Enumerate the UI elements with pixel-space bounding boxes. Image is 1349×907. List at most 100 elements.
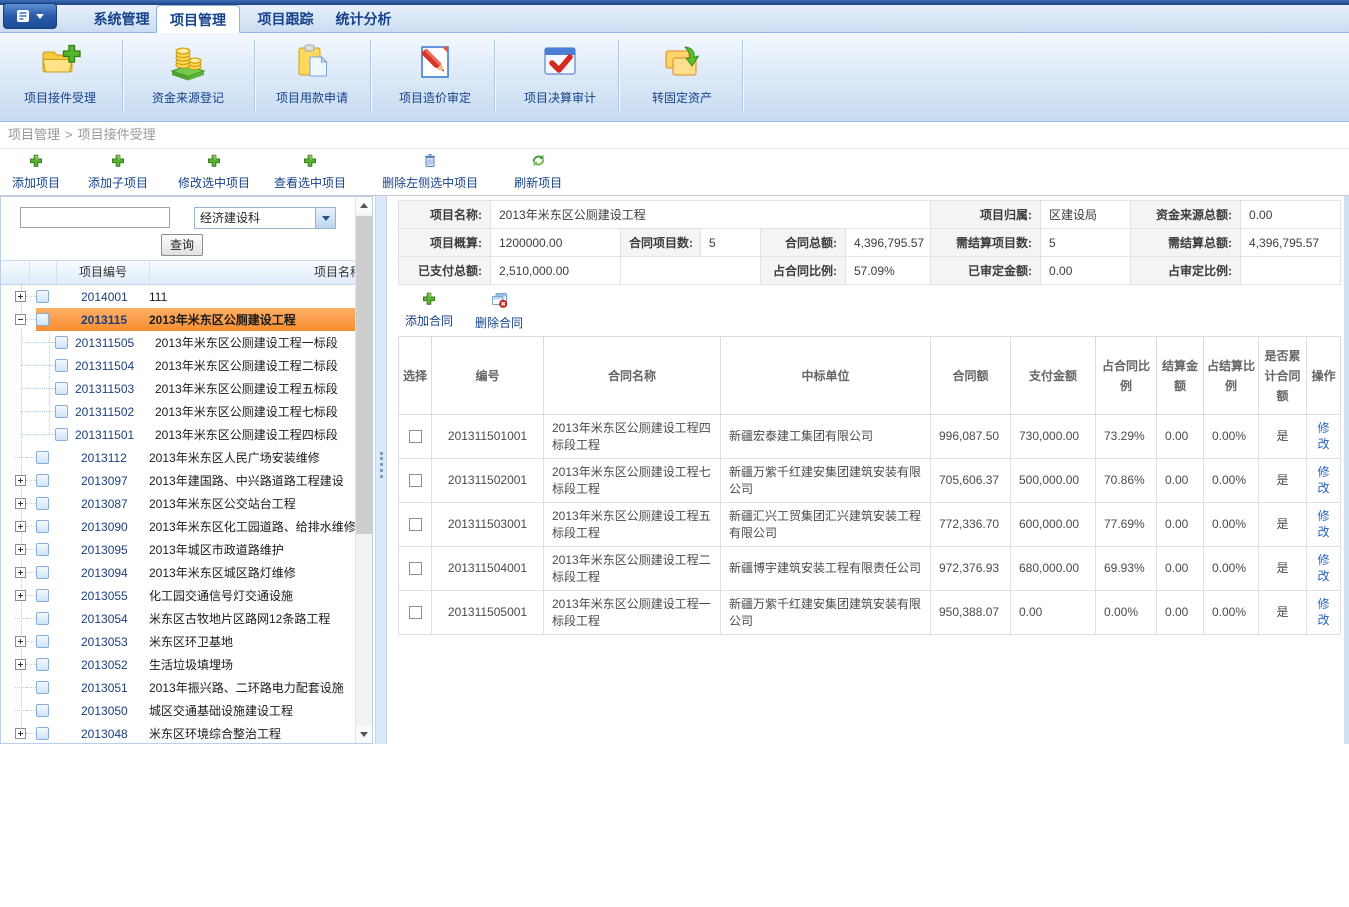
breadcrumb-parent[interactable]: 项目管理 <box>8 127 60 142</box>
tree-checkbox[interactable] <box>36 566 49 579</box>
tree-row[interactable]: 2013052生活垃圾填埋场 <box>2 653 356 676</box>
tree-row[interactable]: 20130972013年建国路、中兴路道路工程建设 <box>2 469 356 492</box>
expand-plus-icon[interactable] <box>15 659 26 670</box>
query-button[interactable]: 查询 <box>161 234 203 256</box>
tree-row[interactable]: 20130512013年振兴路、二环路电力配套设施 <box>2 676 356 699</box>
tree-row-body[interactable]: 20130952013年城区市政道路维护 <box>36 538 356 561</box>
tree-row-body[interactable]: 2013050城区交通基础设施建设工程 <box>36 699 356 722</box>
tree-row[interactable]: 2014001111 <box>2 285 356 308</box>
tree-row-body[interactable]: 20131122013年米东区人民广场安装维修 <box>36 446 356 469</box>
tree-row-body[interactable]: 2013048米东区环境综合整治工程 <box>36 722 356 744</box>
tree-row-body[interactable]: 2013115012013年米东区公厕建设工程四标段 <box>55 423 356 446</box>
tab-statistics[interactable]: 统计分析 <box>330 5 397 33</box>
view-selected-project-button[interactable]: 查看选中项目 <box>274 154 346 191</box>
expand-plus-icon[interactable] <box>15 521 26 532</box>
tree-row-body[interactable]: 20130972013年建国路、中兴路道路工程建设 <box>36 469 356 492</box>
ribbon-final-audit[interactable]: 项目决算审计 <box>505 42 615 106</box>
tree-row[interactable]: 20131122013年米东区人民广场安装维修 <box>2 446 356 469</box>
contract-checkbox[interactable] <box>409 518 422 531</box>
ribbon-payment-request[interactable]: 项目用款申请 <box>257 42 367 106</box>
tree-row-body[interactable]: 2014001111 <box>36 285 356 308</box>
edit-contract-link[interactable]: 修改 <box>1317 420 1331 452</box>
tree-checkbox[interactable] <box>36 313 49 326</box>
tree-checkbox[interactable] <box>36 589 49 602</box>
tree-row[interactable]: 20130902013年米东区化工园道路、给排水维修 <box>2 515 356 538</box>
delete-contract-button[interactable]: 删除合同 <box>475 292 523 331</box>
tree-row[interactable]: 20131152013年米东区公厕建设工程 <box>2 308 356 331</box>
tree-row[interactable]: 2013048米东区环境综合整治工程 <box>2 722 356 744</box>
search-input[interactable] <box>20 207 170 228</box>
tree-checkbox[interactable] <box>36 497 49 510</box>
tree-checkbox[interactable] <box>36 520 49 533</box>
tree-checkbox[interactable] <box>36 474 49 487</box>
tree-row[interactable]: 2013115052013年米东区公厕建设工程一标段 <box>2 331 356 354</box>
expand-plus-icon[interactable] <box>15 475 26 486</box>
main-menu-button[interactable] <box>3 3 57 29</box>
tab-project-management[interactable]: 项目管理 <box>156 5 240 33</box>
tree-checkbox[interactable] <box>55 336 68 349</box>
expand-plus-icon[interactable] <box>15 567 26 578</box>
tab-project-tracking[interactable]: 项目跟踪 <box>252 5 319 33</box>
department-select[interactable]: 经济建设科 <box>194 207 336 229</box>
tree-checkbox[interactable] <box>36 451 49 464</box>
edit-selected-project-button[interactable]: 修改选中项目 <box>178 154 250 191</box>
expand-plus-icon[interactable] <box>15 291 26 302</box>
expand-plus-icon[interactable] <box>15 590 26 601</box>
tree-row[interactable]: 20130872013年米东区公交站台工程 <box>2 492 356 515</box>
tree-row[interactable]: 20130942013年米东区城区路灯维修 <box>2 561 356 584</box>
add-project-button[interactable]: 添加项目 <box>12 154 60 191</box>
tree-row[interactable]: 2013115012013年米东区公厕建设工程四标段 <box>2 423 356 446</box>
tree-row-body[interactable]: 20131152013年米东区公厕建设工程 <box>36 308 356 331</box>
tree-row-body[interactable]: 20130512013年振兴路、二环路电力配套设施 <box>36 676 356 699</box>
tree-checkbox[interactable] <box>36 681 49 694</box>
contract-checkbox[interactable] <box>409 474 422 487</box>
tree-row[interactable]: 2013054米东区古牧地片区路网12条路工程 <box>2 607 356 630</box>
edit-contract-link[interactable]: 修改 <box>1317 508 1331 540</box>
tree-row-body[interactable]: 20130902013年米东区化工园道路、给排水维修 <box>36 515 356 538</box>
tree-checkbox[interactable] <box>36 658 49 671</box>
tree-row-body[interactable]: 2013055化工园交通信号灯交通设施 <box>36 584 356 607</box>
panel-splitter[interactable] <box>375 196 387 744</box>
tree-checkbox[interactable] <box>55 382 68 395</box>
tree-checkbox[interactable] <box>36 543 49 556</box>
ribbon-funding-source[interactable]: 资金来源登记 <box>133 42 243 106</box>
contract-checkbox[interactable] <box>409 606 422 619</box>
edit-contract-link[interactable]: 修改 <box>1317 552 1331 584</box>
tab-system-management[interactable]: 系统管理 <box>88 5 155 33</box>
tree-row-body[interactable]: 2013115032013年米东区公厕建设工程五标段 <box>55 377 356 400</box>
edit-contract-link[interactable]: 修改 <box>1317 596 1331 628</box>
tree-checkbox[interactable] <box>36 612 49 625</box>
tree-row[interactable]: 2013050城区交通基础设施建设工程 <box>2 699 356 722</box>
tree-row-body[interactable]: 2013115042013年米东区公厕建设工程二标段 <box>55 354 356 377</box>
tree-row-body[interactable]: 2013115052013年米东区公厕建设工程一标段 <box>55 331 356 354</box>
tree-row[interactable]: 2013053米东区环卫基地 <box>2 630 356 653</box>
tree-row[interactable]: 2013115032013年米东区公厕建设工程五标段 <box>2 377 356 400</box>
tree-row-body[interactable]: 20130942013年米东区城区路灯维修 <box>36 561 356 584</box>
expand-plus-icon[interactable] <box>15 636 26 647</box>
delete-selected-project-button[interactable]: 删除左侧选中项目 <box>382 153 478 191</box>
tree-row[interactable]: 2013115042013年米东区公厕建设工程二标段 <box>2 354 356 377</box>
collapse-minus-icon[interactable] <box>15 314 26 325</box>
tree-checkbox[interactable] <box>55 359 68 372</box>
add-subproject-button[interactable]: 添加子项目 <box>88 154 148 191</box>
tree-row-body[interactable]: 20130872013年米东区公交站台工程 <box>36 492 356 515</box>
expand-plus-icon[interactable] <box>15 544 26 555</box>
expand-plus-icon[interactable] <box>15 728 26 739</box>
ribbon-cost-review[interactable]: 项目造价审定 <box>380 42 490 106</box>
tree-checkbox[interactable] <box>36 704 49 717</box>
tree-row-body[interactable]: 2013053米东区环卫基地 <box>36 630 356 653</box>
tree-checkbox[interactable] <box>55 405 68 418</box>
tree-scrollbar[interactable] <box>355 197 372 743</box>
contract-checkbox[interactable] <box>409 562 422 575</box>
tree-checkbox[interactable] <box>36 635 49 648</box>
tree-checkbox[interactable] <box>36 727 49 740</box>
tree-row-body[interactable]: 2013052生活垃圾填埋场 <box>36 653 356 676</box>
tree-checkbox[interactable] <box>36 290 49 303</box>
scroll-down-button[interactable] <box>356 726 372 743</box>
tree-row-body[interactable]: 2013115022013年米东区公厕建设工程七标段 <box>55 400 356 423</box>
combo-arrow-button[interactable] <box>315 208 335 228</box>
ribbon-project-intake[interactable]: 项目接件受理 <box>5 42 115 106</box>
tree-row[interactable]: 20130952013年城区市政道路维护 <box>2 538 356 561</box>
expand-plus-icon[interactable] <box>15 498 26 509</box>
refresh-project-button[interactable]: 刷新项目 <box>514 153 562 191</box>
